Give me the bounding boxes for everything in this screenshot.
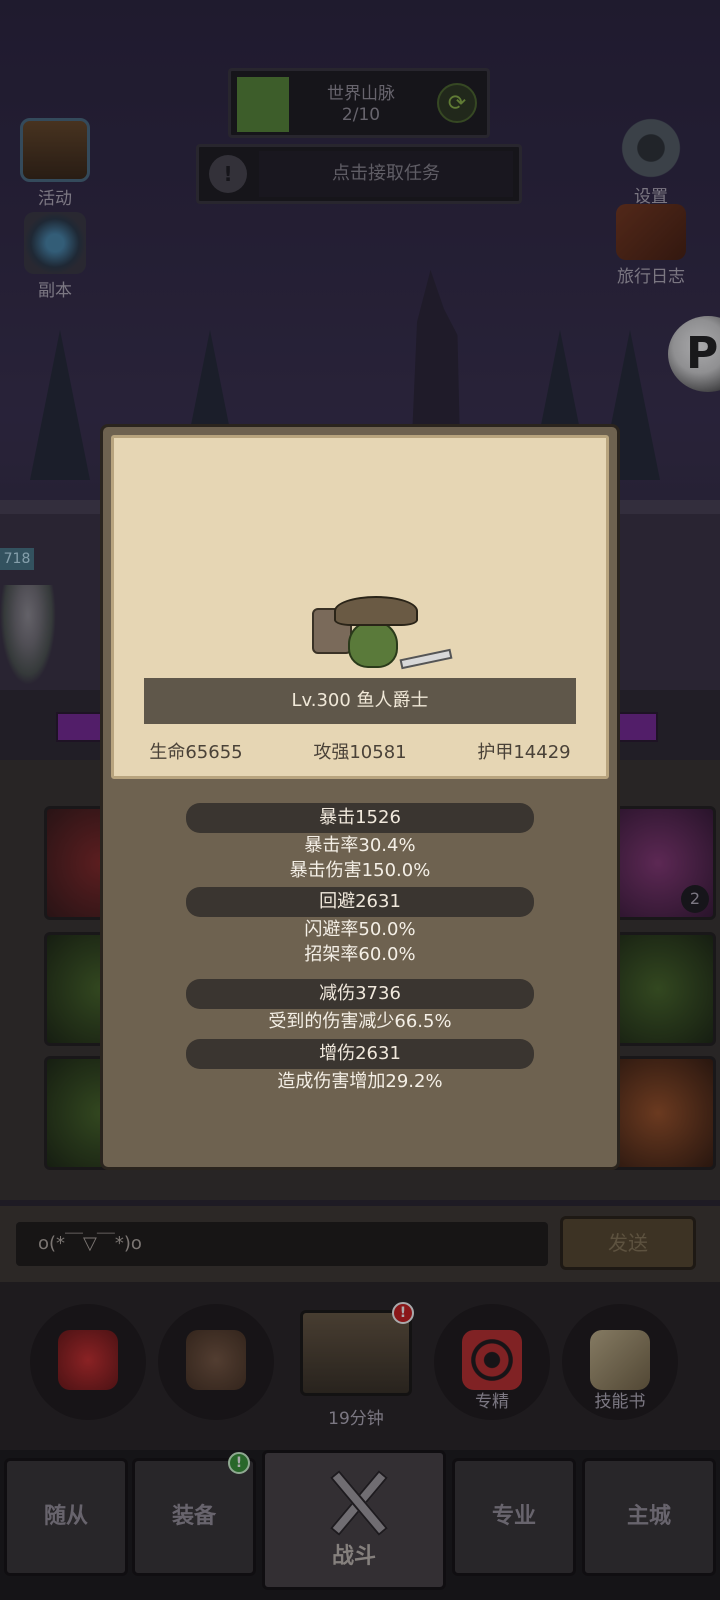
attr-pill: 减伤3736: [186, 979, 534, 1009]
attr-critical: 暴击1526 暴击率30.4% 暴击伤害150.0%: [103, 803, 617, 883]
attr-pill: 增伤2631: [186, 1039, 534, 1069]
stat-armor: 护甲14429: [477, 742, 571, 763]
monster-stats-row: 生命65655 攻强10581 护甲14429: [114, 738, 606, 764]
attr-detail: 闪避率50.0%: [304, 919, 416, 940]
attr-detail: 暴击率30.4%: [304, 835, 416, 856]
murloc-knight-sprite: [310, 588, 453, 678]
attr-detail: 造成伤害增加29.2%: [277, 1071, 443, 1092]
monster-name-banner: Lv.300 鱼人爵士: [144, 678, 576, 724]
attr-detail: 受到的伤害减少66.5%: [268, 1011, 452, 1032]
attr-evasion: 回避2631 闪避率50.0% 招架率60.0%: [103, 887, 617, 967]
stat-attack: 攻强10581: [313, 742, 407, 763]
sword-icon: [399, 648, 453, 670]
stat-hp: 生命65655: [149, 742, 243, 763]
attr-pill: 暴击1526: [186, 803, 534, 833]
monster-portrait-card: Lv.300 鱼人爵士 生命65655 攻强10581 护甲14429: [111, 435, 609, 779]
attr-pill: 回避2631: [186, 887, 534, 917]
attr-damage-reduction: 减伤3736 受到的伤害减少66.5%: [103, 979, 617, 1034]
attr-detail: 暴击伤害150.0%: [289, 860, 431, 881]
monster-helmet: [334, 596, 418, 626]
attr-detail: 招架率60.0%: [304, 944, 416, 965]
attr-damage-increase: 增伤2631 造成伤害增加29.2%: [103, 1039, 617, 1094]
monster-body: [348, 620, 398, 668]
monster-info-panel: Lv.300 鱼人爵士 生命65655 攻强10581 护甲14429 暴击15…: [100, 424, 620, 1170]
